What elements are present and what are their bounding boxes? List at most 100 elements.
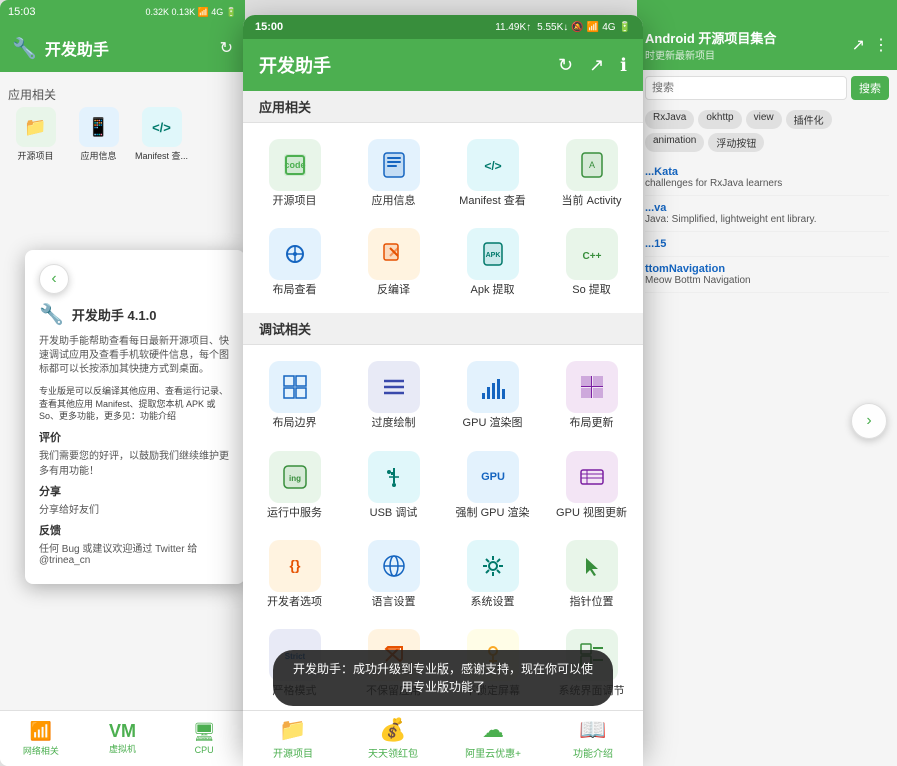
icon-overdraw — [368, 361, 420, 413]
bg-left-bottom-bar: 📶 网络相关 VM 虚拟机 🖥 CPU — [0, 710, 245, 766]
battery-icon: 🔋 — [619, 22, 631, 33]
menu-item-force-gpu[interactable]: GPU 强制 GPU 渲染 — [445, 443, 540, 528]
network-type: 4G — [602, 22, 615, 33]
bg-right-search-input[interactable] — [645, 76, 847, 100]
section-app-related-title: 应用相关 — [243, 91, 643, 123]
menu-label-force-gpu: 强制 GPU 渲染 — [456, 507, 530, 520]
bg-right-title: Android 开源项目集合 — [645, 28, 776, 47]
dialog-header: 🔧 开发助手 4.1.0 — [39, 302, 231, 327]
dialog-title: 开发助手 4.1.0 — [72, 305, 157, 324]
svg-text:</>: </> — [484, 159, 501, 173]
menu-label-lang: 语言设置 — [372, 596, 416, 609]
icon-force-gpu: GPU — [467, 451, 519, 503]
menu-item-layout-update[interactable]: 布局更新 — [544, 353, 639, 438]
svg-text:ing: ing — [289, 474, 301, 483]
refresh-icon[interactable]: ↻ — [558, 55, 573, 76]
menu-item-layout-border[interactable]: 布局边界 — [247, 353, 342, 438]
bg-right-menu-icon[interactable]: ⋮ — [873, 35, 889, 55]
menu-item-pointer[interactable]: 指针位置 — [544, 532, 639, 617]
icon-running-services: ing — [269, 451, 321, 503]
menu-label-layout-border: 布局边界 — [273, 417, 317, 430]
bg-left-bottom-tab-1[interactable]: VM 虚拟机 — [82, 711, 164, 766]
bg-right-search-area: 搜索 — [637, 70, 897, 106]
share-icon[interactable]: ↗ — [589, 55, 604, 76]
menu-item-overdraw[interactable]: 过度绘制 — [346, 353, 441, 438]
icon-usb — [368, 451, 420, 503]
menu-label-system-settings: 系统设置 — [471, 596, 515, 609]
menu-item-layout[interactable]: 布局查看 — [247, 220, 342, 305]
tag-5[interactable]: 浮动按钮 — [708, 133, 764, 152]
bg-left-icon-2[interactable]: </> Manifest 查... — [134, 107, 189, 162]
menu-item-kaiyuan[interactable]: code 开源项目 — [247, 131, 342, 216]
bottom-tab-3[interactable]: 📖 功能介绍 — [543, 711, 643, 766]
menu-label-layout-update: 布局更新 — [570, 417, 614, 430]
bottom-tab-label-3: 功能介绍 — [573, 745, 613, 760]
menu-item-manifest[interactable]: </> Manifest 查看 — [445, 131, 540, 216]
icon-gpu-render — [467, 361, 519, 413]
bg-left-content: 应用相关 📁 开源项目 📱 应用信息 </> Manifest 查... ‹ 🔧 — [0, 72, 245, 176]
menu-item-activity[interactable]: A 当前 Activity — [544, 131, 639, 216]
bg-left-bottom-tab-0[interactable]: 📶 网络相关 — [0, 711, 82, 766]
menu-item-system-settings[interactable]: 系统设置 — [445, 532, 540, 617]
icon-layout-update — [566, 361, 618, 413]
svg-text:C++: C++ — [582, 251, 601, 262]
svg-text:code: code — [284, 160, 305, 170]
menu-item-gpu-render[interactable]: GPU 渲染图 — [445, 353, 540, 438]
menu-item-decompile[interactable]: 反编译 — [346, 220, 441, 305]
icon-appinfo — [368, 139, 420, 191]
menu-item-lang[interactable]: 语言设置 — [346, 532, 441, 617]
menu-item-so[interactable]: C++ So 提取 — [544, 220, 639, 305]
dialog-back-btn[interactable]: ‹ — [39, 264, 69, 294]
bg-right-list-item-1[interactable]: ...va Java: Simplified, lightweight ent … — [645, 196, 889, 232]
menu-item-usb[interactable]: USB 调试 — [346, 443, 441, 528]
menu-item-running-services[interactable]: ing 运行中服务 — [247, 443, 342, 528]
bottom-tab-2[interactable]: ☁ 阿里云优惠+ — [443, 711, 543, 766]
bg-left-icon-box-0: 📁 — [16, 107, 56, 147]
menu-item-apk[interactable]: APK Apk 提取 — [445, 220, 540, 305]
bg-right-list-item-0[interactable]: ...Kata challenges for RxJava learners — [645, 160, 889, 196]
main-panel: 15:00 11.49K↑ 5.55K↓ 🔕 📶 4G 🔋 开发助手 ↻ ↗ ℹ… — [243, 15, 643, 755]
bottom-tab-0[interactable]: 📁 开源项目 — [243, 711, 343, 766]
menu-item-dev-options[interactable]: {} 开发者选项 — [247, 532, 342, 617]
toast-message: 开发助手：成功升级到专业版，感谢支持，现在你可以使 用专业版功能了 — [273, 650, 613, 706]
menu-label-dev-options: 开发者选项 — [267, 596, 322, 609]
bottom-tab-1[interactable]: 💰 天天领红包 — [343, 711, 443, 766]
dialog-share-title: 分享 — [39, 483, 231, 499]
menu-label-pointer: 指针位置 — [570, 596, 614, 609]
tag-0[interactable]: RxJava — [645, 110, 694, 129]
dialog-feedback-title: 反馈 — [39, 522, 231, 538]
bg-right-share-icon[interactable]: ↗ — [852, 35, 865, 55]
bg-left-icons-row: 📁 开源项目 📱 应用信息 </> Manifest 查... — [8, 107, 237, 162]
bg-right-item-title-1: ...va — [645, 202, 889, 214]
tag-1[interactable]: okhttp — [698, 110, 741, 129]
bg-right-subtitle: 时更新最新项目 — [645, 47, 776, 62]
tag-4[interactable]: animation — [645, 133, 704, 152]
app-header-icons: ↻ ↗ ℹ — [558, 55, 627, 76]
info-icon[interactable]: ℹ — [620, 55, 627, 76]
bg-right-list-item-3[interactable]: ttomNavigation Meow Bottm Navigation — [645, 257, 889, 293]
bg-right-search-button[interactable]: 搜索 — [851, 76, 889, 100]
bg-right-next-btn[interactable]: › — [851, 403, 887, 439]
bg-right-item-title-2: ...15 — [645, 238, 889, 250]
menu-item-gpu-view[interactable]: GPU 视图更新 — [544, 443, 639, 528]
menu-label-usb: USB 调试 — [370, 507, 418, 520]
bg-left-icon-1[interactable]: 📱 应用信息 — [71, 107, 126, 162]
bg-left-time: 15:03 — [8, 6, 36, 18]
menu-item-appinfo[interactable]: 应用信息 — [346, 131, 441, 216]
icon-dev-options: {} — [269, 540, 321, 592]
bg-left-icon-label-0: 开源项目 — [17, 149, 53, 162]
dialog-feedback-text: 任何 Bug 或建议欢迎通过 Twitter 给 @trinea_cn — [39, 540, 231, 566]
tag-3[interactable]: 插件化 — [786, 110, 832, 129]
bg-left-icon-0[interactable]: 📁 开源项目 — [8, 107, 63, 162]
bg-right-list-item-2[interactable]: ...15 — [645, 232, 889, 257]
icon-kaiyuan: code — [269, 139, 321, 191]
bg-left-tab-label-0: 网络相关 — [23, 744, 59, 757]
bottom-tab-icon-1: 💰 — [379, 717, 406, 743]
bg-left-header-icon: ↻ — [220, 38, 233, 58]
dialog-rate-text: 我们需要您的好评，以鼓励我们继续维护更多有用功能！ — [39, 447, 231, 477]
icon-system-settings — [467, 540, 519, 592]
bg-left-bottom-tab-2[interactable]: 🖥 CPU — [163, 711, 245, 766]
menu-label-apk: Apk 提取 — [470, 284, 514, 297]
menu-label-overdraw: 过度绘制 — [372, 417, 416, 430]
tag-2[interactable]: view — [746, 110, 782, 129]
